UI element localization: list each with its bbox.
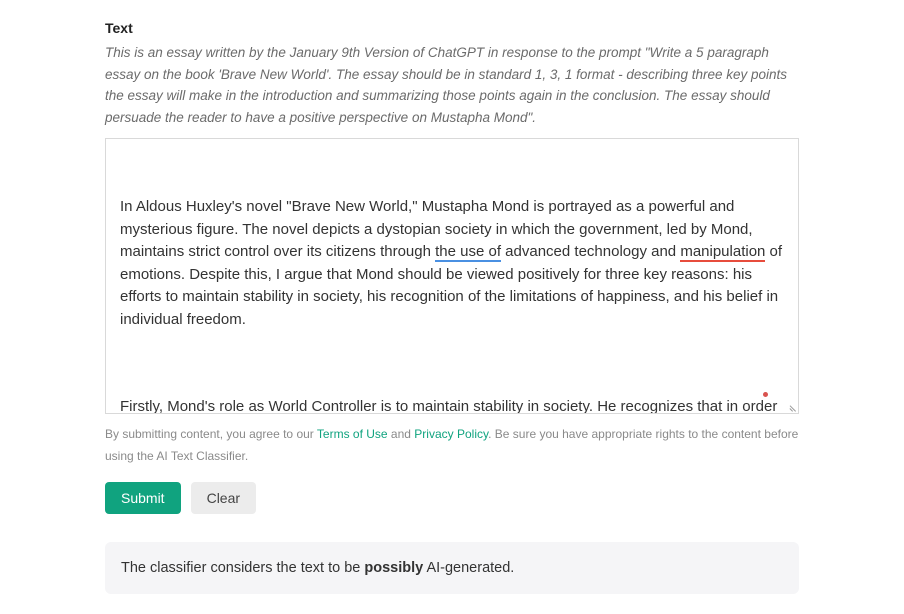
- text-input[interactable]: In Aldous Huxley's novel "Brave New Worl…: [106, 139, 798, 413]
- grammar-underline: stability in society: [473, 398, 589, 413]
- clear-button[interactable]: Clear: [191, 482, 256, 514]
- text-input-wrapper: In Aldous Huxley's novel "Brave New Worl…: [105, 138, 799, 414]
- submit-button[interactable]: Submit: [105, 482, 181, 514]
- text-label: Text: [105, 20, 799, 36]
- terms-of-use-link[interactable]: Terms of Use: [317, 427, 388, 441]
- spelling-underline: manipulation: [680, 243, 765, 262]
- privacy-policy-link[interactable]: Privacy Policy: [414, 427, 488, 441]
- essay-paragraph-2: Firstly, Mond's role as World Controller…: [120, 396, 784, 413]
- result-box: The classifier considers the text to be …: [105, 542, 799, 594]
- resize-handle-icon[interactable]: [786, 401, 798, 413]
- prompt-description: This is an essay written by the January …: [105, 42, 799, 128]
- button-row: Submit Clear: [105, 482, 799, 514]
- result-classification: possibly: [364, 560, 423, 576]
- grammar-underline: the use of: [435, 243, 501, 262]
- essay-paragraph-1: In Aldous Huxley's novel "Brave New Worl…: [120, 196, 784, 331]
- disclaimer-text: By submitting content, you agree to our …: [105, 424, 799, 467]
